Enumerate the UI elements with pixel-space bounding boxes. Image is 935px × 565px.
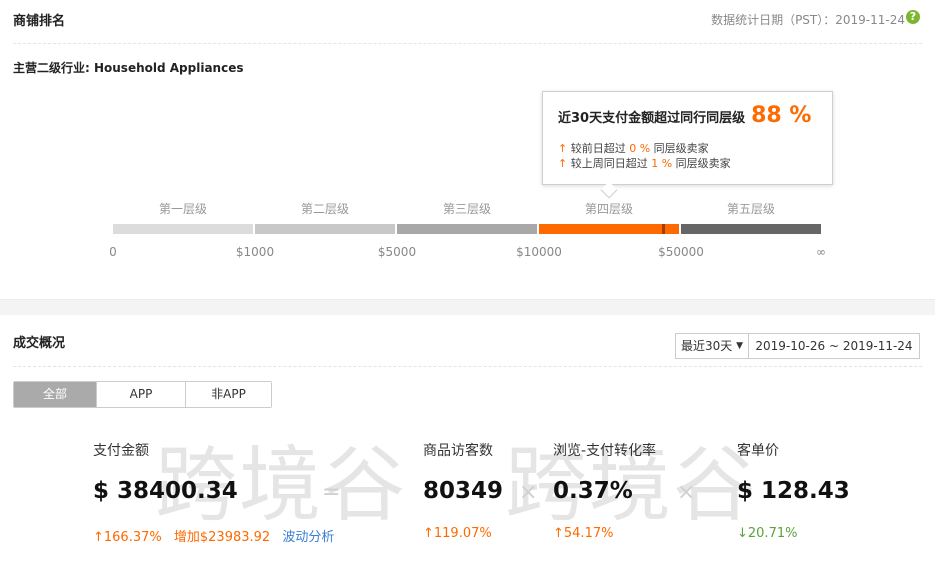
channel-tabs: 全部 APP 非APP	[13, 381, 272, 408]
tier-bar-4	[539, 224, 679, 234]
tier-bar-5	[681, 224, 821, 234]
visitors-change: ↑119.07%	[423, 526, 492, 541]
divider	[13, 366, 922, 367]
conversion-value: 0.37%	[553, 478, 633, 504]
main-industry: 主营二级行业: Household Appliances	[13, 61, 244, 75]
equals-operator: =	[322, 480, 341, 505]
tooltip-percent: 88 %	[751, 103, 812, 128]
tick-0: 0	[109, 245, 117, 259]
up-arrow-icon: ↑	[558, 142, 568, 155]
conversion-change: ↑54.17%	[553, 526, 614, 541]
payment-change: ↑166.37% 增加$23983.92 波动分析	[93, 526, 334, 545]
tier-label-5: 第五层级	[726, 202, 775, 216]
tooltip-line2-value: 1 %	[651, 157, 673, 170]
times-operator: ×	[677, 480, 696, 505]
tooltip-line1-prefix: 较前日超过	[570, 142, 626, 155]
tooltip-line2-prefix: 较上周同日超过	[570, 157, 648, 170]
conversion-label: 浏览-支付转化率	[553, 443, 657, 459]
range-select[interactable]: 最近30天 ▼	[675, 333, 749, 359]
date-range-picker[interactable]: 2019-10-26 ~ 2019-11-24	[748, 333, 920, 359]
stat-date: 数据统计日期（PST）：2019-11-24	[711, 13, 905, 27]
tier-label-2: 第二层级	[300, 202, 349, 216]
divider	[13, 43, 922, 44]
range-select-value: 最近30天	[681, 339, 733, 353]
tab-non-app[interactable]: 非APP	[186, 382, 271, 407]
times-operator: ×	[519, 480, 538, 505]
tier-bar-3	[397, 224, 537, 234]
tick-50000: $50000	[658, 245, 704, 259]
tab-app[interactable]: APP	[97, 382, 186, 407]
aov-value: $ 128.43	[737, 478, 850, 504]
tier-label-3: 第三层级	[442, 202, 491, 216]
tick-1000: $1000	[235, 245, 275, 259]
payment-value: $ 38400.34	[93, 478, 238, 504]
aov-change: ↓20.71%	[737, 526, 798, 541]
tooltip-line1-value: 0 %	[629, 142, 651, 155]
tier-bar-1	[113, 224, 253, 234]
overview-title: 成交概况	[13, 336, 66, 351]
ranking-tooltip: 近30天支付金额超过同行同层级 88 % ↑ 较前日超过 0 % 同层级卖家 ↑…	[542, 91, 833, 185]
tooltip-line-lastweek: ↑ 较上周同日超过 1 % 同层级卖家	[558, 155, 731, 171]
tier-label-1: 第一层级	[158, 202, 207, 216]
ranking-title: 商铺排名	[13, 14, 66, 29]
tick-infinity: ∞	[816, 245, 826, 259]
tab-all[interactable]: 全部	[14, 382, 97, 407]
tooltip-line-yesterday: ↑ 较前日超过 0 % 同层级卖家	[558, 140, 709, 156]
tick-10000: $10000	[516, 245, 562, 259]
tooltip-line2-suffix: 同层级卖家	[675, 157, 731, 170]
caret-down-icon: ▼	[736, 341, 743, 351]
visitors-value: 80349	[423, 478, 504, 504]
payment-change-pct: ↑166.37%	[93, 530, 162, 545]
payment-label: 支付金额	[93, 443, 149, 459]
position-marker	[662, 224, 665, 234]
aov-label: 客单价	[737, 443, 779, 459]
tooltip-line1-suffix: 同层级卖家	[653, 142, 709, 155]
tier-bar-2	[255, 224, 395, 234]
tick-5000: $5000	[377, 245, 417, 259]
payment-increase: 增加$23983.92	[173, 530, 271, 545]
visitors-label: 商品访客数	[423, 443, 493, 459]
section-separator	[0, 299, 935, 315]
tooltip-headline: 近30天支付金额超过同行同层级	[558, 111, 746, 126]
help-icon[interactable]: ?	[906, 10, 920, 24]
up-arrow-icon: ↑	[558, 157, 568, 170]
fluctuation-analysis-link[interactable]: 波动分析	[282, 530, 334, 545]
tier-label-4: 第四层级	[584, 202, 633, 216]
